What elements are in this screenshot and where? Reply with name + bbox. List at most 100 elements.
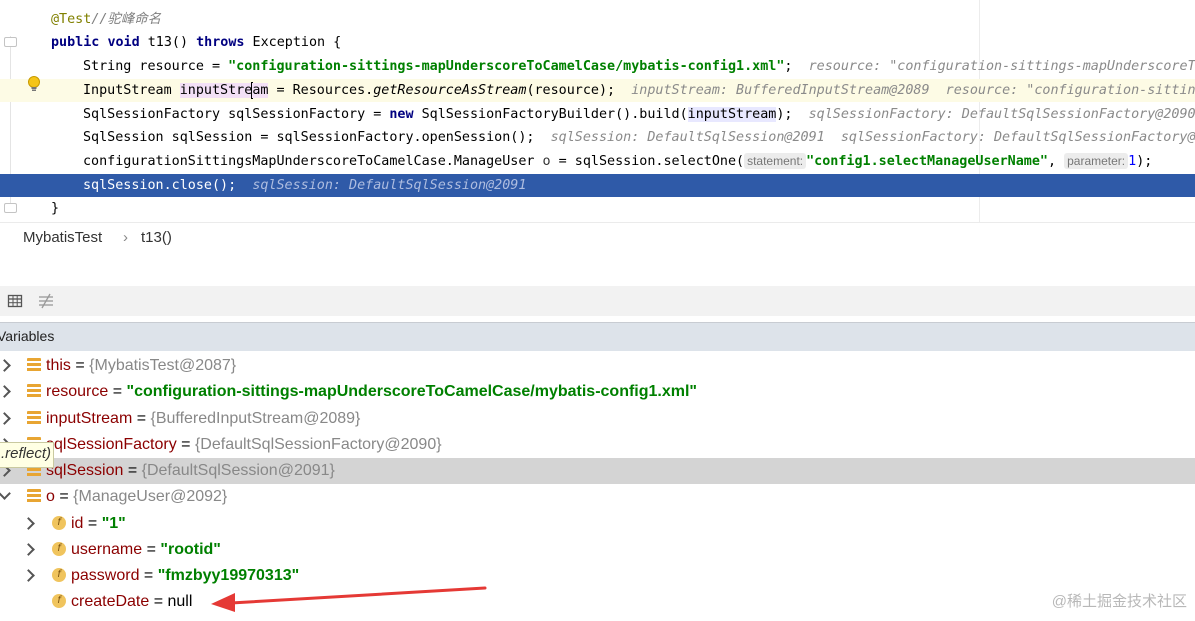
variable-row-this[interactable]: this = {MybatisTest@2087} — [0, 353, 1195, 379]
field-icon: f — [52, 568, 66, 582]
code-text: SqlSessionFactoryBuilder().build( — [413, 107, 688, 122]
expand-chevron-icon[interactable] — [22, 517, 35, 530]
code-text: = sqlSession.selectOne( — [550, 154, 745, 169]
code-line-close[interactable]: } — [0, 197, 1195, 220]
variable-row-o[interactable]: o = {ManageUser@2092} — [0, 484, 1195, 510]
field-name: username — [71, 541, 143, 558]
equals-sign: = — [176, 436, 195, 453]
inline-debug-value: sqlSessionFactory: DefaultSqlSessionFact… — [808, 107, 1195, 122]
variable-name: resource — [46, 383, 109, 400]
variables-tree[interactable]: this = {MybatisTest@2087} resource = "co… — [0, 351, 1195, 617]
comment-text: //驼峰命名 — [91, 12, 161, 27]
watermark: @稀土掘金技术社区 — [1051, 593, 1187, 610]
expand-chevron-icon[interactable] — [22, 569, 35, 582]
variables-title: Variables — [0, 328, 55, 344]
breadcrumb-method[interactable]: t13() — [141, 229, 172, 246]
settings-icon[interactable] — [38, 293, 54, 309]
field-icon: f — [52, 542, 66, 556]
keyword-void: void — [107, 35, 140, 50]
variable-icon — [27, 384, 41, 398]
variable-name: sqlSessionFactory — [46, 436, 177, 453]
field-row-createdate[interactable]: f createDate = null — [0, 589, 1195, 615]
keyword-throws: throws — [196, 35, 245, 50]
variable-name: sqlSession — [46, 462, 124, 479]
variable-icon — [27, 489, 41, 503]
equals-sign: = — [123, 462, 142, 479]
code-line-signature[interactable]: public void t13() throws Exception { — [0, 31, 1195, 54]
annotation-text: @Test — [51, 12, 92, 27]
variable-value: {DefaultSqlSessionFactory@2090} — [194, 436, 442, 453]
equals-sign: = — [132, 410, 151, 427]
field-row-id[interactable]: f id = "1" — [0, 511, 1195, 537]
variable-value: {MybatisTest@2087} — [89, 357, 237, 374]
code-text: , — [1047, 154, 1065, 169]
breadcrumb: MybatisTest › t13() — [0, 222, 1195, 253]
code-text: SqlSession sqlSession = sqlSessionFactor… — [83, 130, 535, 145]
code-editor[interactable]: @Test//驼峰命名 public void t13() throws Exc… — [0, 0, 1195, 222]
variable-name: o — [46, 488, 55, 505]
code-line-1[interactable]: String resource = "configuration-sitting… — [0, 55, 1195, 78]
variable-row-inputstream[interactable]: inputStream = {BufferedInputStream@2089} — [0, 406, 1195, 432]
code-line-6-execution-point[interactable]: sqlSession.close(); sqlSession: DefaultS… — [0, 174, 1195, 197]
variable-highlight: inputStre — [179, 83, 253, 98]
tooltip: .reflect) — [0, 442, 55, 468]
equals-sign: = — [142, 541, 161, 558]
variable-value: {DefaultSqlSession@2091} — [141, 462, 335, 479]
variable-icon — [27, 411, 41, 425]
equals-sign: = — [83, 515, 102, 532]
method-name: t13() — [139, 35, 197, 50]
field-row-password[interactable]: f password = "fmzbyy19970313" — [0, 563, 1195, 589]
expand-chevron-icon[interactable] — [22, 543, 35, 556]
variable-row-sqlsessionfactory[interactable]: sqlSessionFactory = {DefaultSqlSessionFa… — [0, 432, 1195, 458]
breadcrumb-class[interactable]: MybatisTest — [23, 229, 102, 246]
keyword-public: public — [51, 35, 100, 50]
variable-value: {ManageUser@2092} — [73, 488, 228, 505]
field-name: id — [71, 515, 84, 532]
static-method: getResourceAsStream — [373, 83, 527, 98]
code-text: InputStream — [83, 83, 180, 98]
inline-debug-value: sqlSession: DefaultSqlSession@2091 — [252, 178, 527, 193]
expand-chevron-icon[interactable] — [0, 385, 11, 398]
variable-name: this — [46, 357, 71, 374]
field-icon: f — [52, 594, 66, 608]
variable-name: inputStream — [46, 410, 133, 427]
signature-rest: Exception { — [244, 35, 342, 50]
field-name: password — [71, 567, 140, 584]
equals-sign: = — [108, 383, 127, 400]
code-text: = Resources. — [268, 83, 374, 98]
expand-chevron-icon[interactable] — [0, 359, 11, 372]
field-name: createDate — [71, 593, 150, 610]
variable-value: {BufferedInputStream@2089} — [150, 410, 361, 427]
field-value: "rootid" — [160, 541, 221, 558]
parameter-hint: parameter: — [1064, 153, 1129, 169]
code-text: ); — [776, 107, 793, 122]
expand-chevron-icon[interactable] — [0, 412, 11, 425]
code-line-3[interactable]: SqlSessionFactory sqlSessionFactory = ne… — [0, 103, 1195, 126]
field-icon: f — [52, 516, 66, 530]
variables-panel-header: Variables — [0, 322, 1195, 352]
inline-debug-value: inputStream: BufferedInputStream@2089 re… — [631, 83, 1195, 98]
inline-debug-value: resource: "configuration-sittings-mapUnd… — [808, 59, 1195, 74]
code-line-4[interactable]: SqlSession sqlSession = sqlSessionFactor… — [0, 126, 1195, 149]
field-value: null — [167, 593, 193, 610]
code-line-2[interactable]: InputStream inputStream = Resources.getR… — [0, 79, 1195, 102]
code-line-5[interactable]: configurationSittingsMapUnderscoreToCame… — [0, 150, 1195, 173]
variable-row-sqlsession[interactable]: sqlSession = {DefaultSqlSession@2091} — [0, 458, 1195, 484]
code-text: ; — [784, 59, 793, 74]
field-row-username[interactable]: f username = "rootid" — [0, 537, 1195, 563]
table-icon[interactable] — [7, 293, 23, 309]
code-line-annotation[interactable]: @Test//驼峰命名 — [0, 8, 1195, 31]
collapse-chevron-icon[interactable] — [0, 487, 11, 500]
breadcrumb-separator: › — [123, 229, 128, 246]
equals-sign: = — [54, 488, 74, 505]
equals-sign: = — [139, 567, 158, 584]
code-text: configurationSittingsMapUnderscoreToCame… — [83, 154, 543, 169]
close-brace: } — [51, 201, 60, 216]
variable-icon — [27, 358, 41, 372]
number-literal: 1 — [1128, 154, 1137, 169]
lightbulb-icon[interactable] — [27, 76, 41, 92]
parameter-hint: statement: — [744, 153, 807, 169]
code-text: sqlSession.close(); — [83, 178, 237, 193]
variable-row-resource[interactable]: resource = "configuration-sittings-mapUn… — [0, 379, 1195, 405]
debug-toolbar — [0, 286, 1195, 316]
